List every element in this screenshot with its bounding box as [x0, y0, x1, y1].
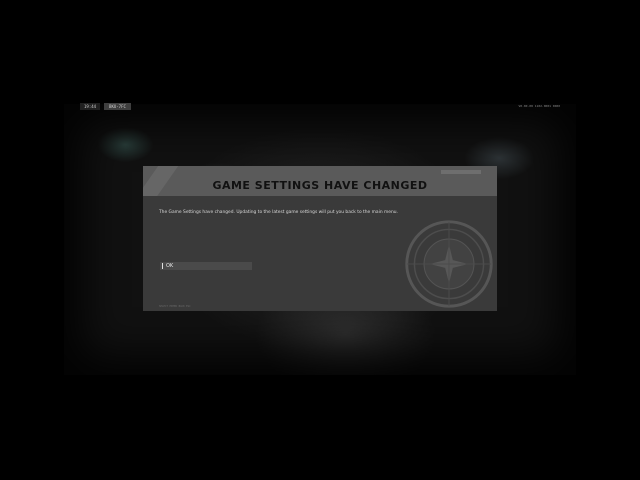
hud-time: 19:44: [80, 103, 101, 110]
ok-button[interactable]: OK: [160, 262, 252, 270]
dialog-title: GAME SETTINGS HAVE CHANGED: [212, 179, 428, 192]
dialog-footer-hint: SELECT ENTER BACK ESC: [159, 305, 191, 308]
hud-version-text: V0.00.08 1102.0001 0000: [518, 104, 560, 108]
ok-button-label: OK: [166, 263, 174, 269]
hud-ping-badge: BKU-7FC: [104, 103, 131, 110]
settings-changed-dialog: GAME SETTINGS HAVE CHANGED The Game Sett…: [143, 166, 497, 311]
game-screen: 19:44 BKU-7FC V0.00.08 1102.0001 0000 GA…: [0, 0, 640, 480]
hud-top-bar: 19:44 BKU-7FC: [80, 103, 131, 110]
selection-marker-icon: [162, 263, 163, 269]
dialog-header: GAME SETTINGS HAVE CHANGED: [143, 166, 497, 196]
faction-emblem-icon: [405, 220, 493, 308]
